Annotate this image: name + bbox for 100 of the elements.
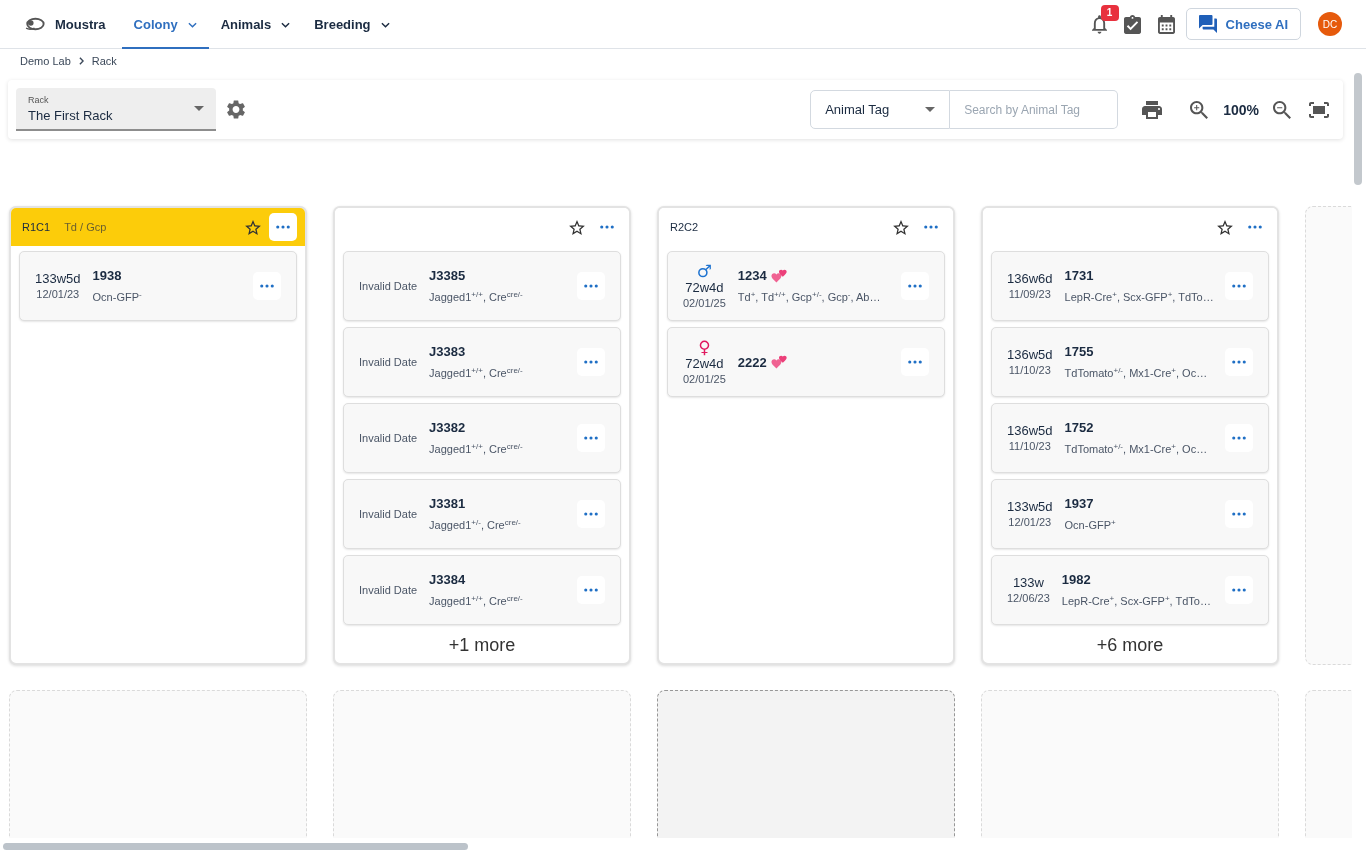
more-dots-icon bbox=[276, 225, 290, 229]
more-button[interactable] bbox=[1225, 424, 1253, 452]
bell-icon[interactable] bbox=[1091, 14, 1107, 34]
age-text: 133w bbox=[1012, 575, 1044, 591]
zoom-in-icon[interactable] bbox=[1190, 100, 1209, 119]
more-button[interactable] bbox=[577, 424, 605, 452]
star-outline-icon[interactable] bbox=[1217, 219, 1233, 235]
animal-tag: 1731 bbox=[1064, 268, 1094, 283]
animal-card[interactable]: Invalid Date J3383 Jagged1$^{+/+}$, Cre$^{cre/-}$ bbox=[343, 327, 621, 397]
date-text: Invalid Date bbox=[359, 507, 418, 521]
date-text: Invalid Date bbox=[359, 583, 418, 597]
more-button[interactable] bbox=[577, 500, 605, 528]
calendar-icon[interactable] bbox=[1157, 14, 1175, 34]
more-button[interactable] bbox=[577, 272, 605, 300]
more-dots-icon bbox=[260, 284, 274, 288]
more-dots-icon bbox=[1232, 588, 1246, 592]
nav-tab[interactable]: Breeding bbox=[302, 0, 402, 49]
nav-tab[interactable]: Animals bbox=[208, 0, 303, 49]
more-button[interactable] bbox=[1225, 500, 1253, 528]
more-dots-icon bbox=[584, 588, 598, 592]
more-count: +1 more bbox=[447, 635, 517, 656]
more-button[interactable] bbox=[269, 213, 297, 241]
clipboard-check-icon[interactable] bbox=[1123, 14, 1141, 34]
print-icon[interactable] bbox=[1142, 100, 1163, 119]
more-count: +6 more bbox=[1095, 635, 1165, 656]
date-text: 12/01/23 bbox=[1008, 515, 1052, 529]
animal-card[interactable]: Invalid Date J3385 Jagged1$^{+/+}$, Cre$^{cre/-}$ bbox=[343, 251, 621, 321]
more-dots-icon bbox=[1248, 225, 1262, 229]
animal-tag: 1234 bbox=[737, 268, 767, 283]
age-text: 136w6d bbox=[1007, 271, 1053, 287]
animal-card[interactable]: 133w5d 12/01/23 1937 Ocn-GFP$^{+}$ bbox=[991, 479, 1269, 549]
more-dots-icon bbox=[908, 284, 922, 288]
animal-tag: J3381 bbox=[429, 496, 466, 511]
date-text: Invalid Date bbox=[359, 279, 418, 293]
more-button[interactable] bbox=[1225, 272, 1253, 300]
date-text: Invalid Date bbox=[359, 355, 418, 369]
more-dots-icon bbox=[1232, 512, 1246, 516]
more-dots-icon bbox=[1232, 360, 1246, 364]
rack-select[interactable]: Rack The First Rack bbox=[16, 88, 216, 131]
more-button[interactable] bbox=[1225, 348, 1253, 376]
horizontal-scrollbar[interactable] bbox=[3, 843, 468, 850]
field-label: Rack bbox=[28, 94, 49, 105]
cheese-ai-button[interactable]: Cheese AI bbox=[1185, 8, 1301, 40]
more-button[interactable] bbox=[1225, 576, 1253, 604]
more-dots-icon bbox=[584, 360, 598, 364]
age-text: 136w5d bbox=[1007, 423, 1053, 439]
animal-tag: 1938 bbox=[92, 268, 122, 283]
vertical-scrollbar[interactable] bbox=[1354, 73, 1362, 185]
age-text: 72w4d bbox=[685, 280, 724, 296]
date-text: 12/06/23 bbox=[1007, 591, 1050, 605]
genotype-text: Ocn-GFP$^{-}$ bbox=[92, 290, 143, 304]
settings-icon[interactable] bbox=[227, 100, 245, 119]
chevron-down-icon bbox=[187, 21, 197, 28]
strain-label: Td / Gcp bbox=[64, 221, 107, 233]
caret-down-icon bbox=[925, 107, 936, 112]
search-field[interactable]: Search by Animal Tag bbox=[950, 90, 1119, 129]
genotype-text: Td$^{+}$, Td$^{+/+}$, Gcp$^{+/-}$, Gcp$^{-}$, Ab… bbox=[737, 290, 882, 304]
chevron-right-icon bbox=[78, 57, 84, 65]
genotype-text: Jagged1$^{+/+}$, Cre$^{cre/-}$ bbox=[429, 366, 524, 380]
genotype-text: Ocn-GFP$^{+}$ bbox=[1064, 518, 1117, 532]
animal-card[interactable]: 136w5d 11/10/23 1755 TdTomato$^{+/-}$, Mx1-Cre$^{+}$, Oc… bbox=[991, 327, 1269, 397]
animal-tag: 2222 bbox=[737, 354, 767, 370]
zoom-level: 100% bbox=[1223, 101, 1259, 118]
animal-card[interactable]: 136w5d 11/10/23 1752 TdTomato$^{+/-}$, Mx1-Cre$^{+}$, Oc… bbox=[991, 403, 1269, 473]
age-text: 136w5d bbox=[1007, 347, 1053, 363]
caret-down-icon bbox=[194, 106, 204, 111]
more-dots-icon bbox=[584, 436, 598, 440]
breadcrumb-link[interactable]: Demo Lab bbox=[20, 55, 71, 67]
more-button[interactable] bbox=[577, 348, 605, 376]
fit-screen-icon[interactable] bbox=[1309, 101, 1329, 118]
date-text: Invalid Date bbox=[359, 431, 418, 445]
animal-card[interactable]: ♀ 72w4d 02/01/25 2222 bbox=[667, 327, 945, 397]
more-button[interactable] bbox=[253, 272, 281, 300]
more-button[interactable] bbox=[577, 576, 605, 604]
zoom-out-icon[interactable] bbox=[1273, 100, 1291, 119]
star-outline-icon[interactable] bbox=[569, 219, 585, 235]
star-outline-icon[interactable] bbox=[893, 219, 909, 235]
animal-tag: J3383 bbox=[429, 344, 466, 359]
user-avatar[interactable]: DC bbox=[1318, 12, 1342, 36]
nav-tab[interactable]: Colony bbox=[121, 0, 209, 49]
age-text: 72w4d bbox=[685, 356, 724, 372]
genotype-text: Jagged1$^{+/-}$, Cre$^{cre/-}$ bbox=[429, 518, 522, 532]
more-button[interactable] bbox=[901, 348, 929, 376]
star-outline-icon[interactable] bbox=[245, 219, 261, 235]
animal-card[interactable]: Invalid Date J3384 Jagged1$^{+/+}$, Cre$^{cre/-}$ bbox=[343, 555, 621, 625]
animal-card[interactable]: 136w6d 11/09/23 1731 LepR-Cre$^{+}$, Scx-GFP$^{+}$, TdTo… bbox=[991, 251, 1269, 321]
animal-card[interactable]: 133w 12/06/23 1982 LepR-Cre$^{+}$, Scx-GFP$^{+}$, TdTo… bbox=[991, 555, 1269, 625]
animal-tag: J3385 bbox=[429, 268, 466, 283]
animal-card[interactable]: 133w5d 12/01/23 1938 Ocn-GFP$^{-}$ bbox=[19, 251, 297, 321]
genotype-text: LepR-Cre$^{+}$, Scx-GFP$^{+}$, TdTo… bbox=[1064, 290, 1213, 304]
animal-card[interactable]: Invalid Date J3382 Jagged1$^{+/+}$, Cre$^{cre/-}$ bbox=[343, 403, 621, 473]
age-text: 133w5d bbox=[1007, 499, 1053, 515]
animal-tag: 1752 bbox=[1064, 420, 1094, 435]
date-text: 11/10/23 bbox=[1008, 363, 1051, 377]
chevron-down-icon bbox=[380, 21, 390, 28]
more-button[interactable] bbox=[901, 272, 929, 300]
animal-tag: J3384 bbox=[429, 572, 466, 587]
chevron-down-icon bbox=[281, 21, 291, 28]
animal-card[interactable]: Invalid Date J3381 Jagged1$^{+/-}$, Cre$^{cre/-}$ bbox=[343, 479, 621, 549]
search-type-select[interactable]: Animal Tag bbox=[810, 90, 951, 129]
